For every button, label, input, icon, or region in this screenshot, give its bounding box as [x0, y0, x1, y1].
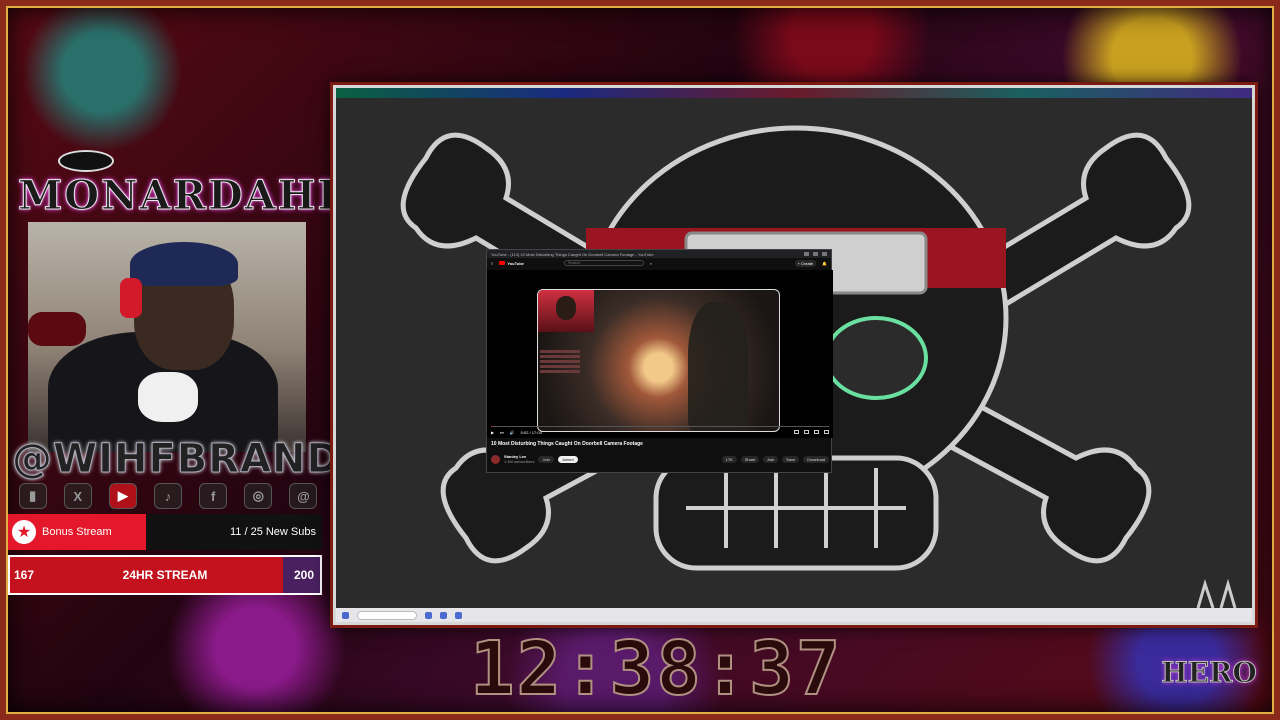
save-button[interactable]: Save	[782, 455, 800, 463]
video-meta-row: Stanley Lee 1.4M subscribers Join Joined…	[491, 450, 829, 468]
browser-window: YouTube - (113) 10 Most Disturbing Thing…	[486, 249, 833, 473]
youtube-logo[interactable]: YouTube	[499, 261, 524, 266]
video-actions: 17K Share Ask Save Download	[721, 455, 829, 463]
youtube-site-label: YouTube	[507, 260, 524, 266]
channel-info: Stanley Lee 1.4M subscribers	[504, 454, 534, 464]
video-progress-fill	[491, 426, 492, 427]
channel-subscribers: 1.4M subscribers	[504, 459, 535, 464]
microphone-icon	[28, 312, 86, 346]
straw-hat-icon	[58, 150, 114, 172]
chat-overlay	[540, 350, 590, 375]
logo-text: MONARDAHERO	[18, 172, 423, 220]
close-icon[interactable]	[822, 252, 827, 256]
channel-logo: MONARDAHERO	[18, 150, 423, 230]
notifications-icon[interactable]: 🔔	[822, 261, 827, 266]
shirt-skull-graphic	[138, 372, 198, 422]
video-time: 0:02 / 17:04	[520, 429, 542, 435]
stream-corner-logo-icon	[1196, 578, 1237, 609]
skull-jaw	[653, 455, 939, 571]
webcam-feed	[28, 222, 306, 452]
bonus-stream-label: Bonus Stream	[42, 526, 112, 538]
headset-icon	[120, 278, 142, 318]
youtube-icon: ▶	[108, 483, 137, 509]
video-frame[interactable]	[537, 289, 780, 432]
windows-taskbar	[336, 608, 1252, 622]
bonus-stream-widget: ★ Bonus Stream 11 / 25 New Subs	[8, 514, 322, 550]
star-icon: ★	[12, 520, 36, 544]
youtube-logo-icon	[499, 261, 506, 265]
social-handle: @WIHFBRAND	[12, 436, 341, 483]
next-icon[interactable]: ⏭	[500, 430, 504, 435]
start-icon[interactable]	[342, 611, 349, 619]
video-progress-bar[interactable]	[491, 426, 829, 427]
fullscreen-icon[interactable]	[824, 430, 829, 434]
captions-icon[interactable]	[794, 430, 799, 434]
corner-logo: HERO	[1161, 656, 1257, 690]
subscribe-button[interactable]: Joined	[557, 455, 578, 463]
taskbar-app-icon[interactable]	[425, 611, 432, 619]
volume-icon[interactable]: 🔊	[510, 430, 515, 435]
channel-avatar[interactable]	[491, 454, 500, 464]
taskbar-search-input[interactable]	[357, 610, 417, 620]
twitch-icon: ▮	[18, 483, 47, 509]
player-right-controls	[794, 430, 829, 434]
tiktok-icon: ♪	[153, 483, 182, 509]
instagram-icon: ◎	[244, 483, 273, 509]
minimize-icon[interactable]	[804, 252, 809, 256]
goal-end-value: 200	[293, 568, 314, 582]
maximize-icon[interactable]	[813, 252, 818, 256]
ask-button[interactable]: Ask	[763, 455, 779, 463]
goal-title: 24HR STREAM	[122, 568, 208, 582]
like-button[interactable]: 17K	[721, 455, 737, 463]
skull-eye-right	[824, 316, 928, 400]
goal-start-value: 167	[14, 568, 35, 582]
play-icon[interactable]: ▶	[491, 430, 494, 435]
pip-person	[556, 296, 576, 320]
bonus-stream-label-box: ★ Bonus Stream	[8, 514, 146, 550]
screen-top-strip	[336, 88, 1252, 98]
taskbar-app-icon[interactable]	[455, 611, 462, 619]
youtube-header: ≡ YouTube Search ⌕ + Create 🔔	[487, 258, 831, 268]
x-icon: X	[63, 483, 92, 509]
theater-icon[interactable]	[814, 430, 819, 434]
youtube-search-input[interactable]: Search	[563, 260, 644, 266]
video-title: 10 Most Disturbing Things Caught On Door…	[491, 441, 643, 447]
social-icons-row: ▮ X ▶ ♪ f ◎ @	[10, 482, 326, 510]
taskbar-app-icon[interactable]	[440, 611, 447, 619]
browser-tab-title[interactable]: YouTube - (113) 10 Most Disturbing Thing…	[491, 252, 654, 257]
stream-goal-bar: 24HR STREAM 167 200	[8, 555, 322, 595]
create-button[interactable]: + Create	[794, 259, 817, 267]
video-player[interactable]: ▶ ⏭ 🔊 0:02 / 17:04	[487, 270, 833, 438]
window-controls	[804, 252, 827, 256]
bonus-stream-progress: 11 / 25 New Subs	[229, 526, 316, 538]
browser-title-bar: YouTube - (113) 10 Most Disturbing Thing…	[487, 250, 831, 258]
video-silhouette	[688, 302, 748, 431]
join-button[interactable]: Join	[538, 455, 554, 463]
search-icon[interactable]: ⌕	[650, 261, 652, 266]
settings-icon[interactable]	[804, 430, 809, 434]
threads-icon: @	[289, 483, 318, 509]
share-button[interactable]: Share	[740, 455, 760, 463]
player-controls: ▶ ⏭ 🔊 0:02 / 17:04	[491, 428, 829, 436]
durag	[130, 242, 238, 286]
menu-icon[interactable]: ≡	[491, 261, 493, 266]
download-button[interactable]: Download	[803, 455, 829, 463]
facebook-icon: f	[199, 483, 228, 509]
stream-clock: 12:38:37	[469, 625, 843, 713]
reaction-pip	[538, 290, 594, 332]
